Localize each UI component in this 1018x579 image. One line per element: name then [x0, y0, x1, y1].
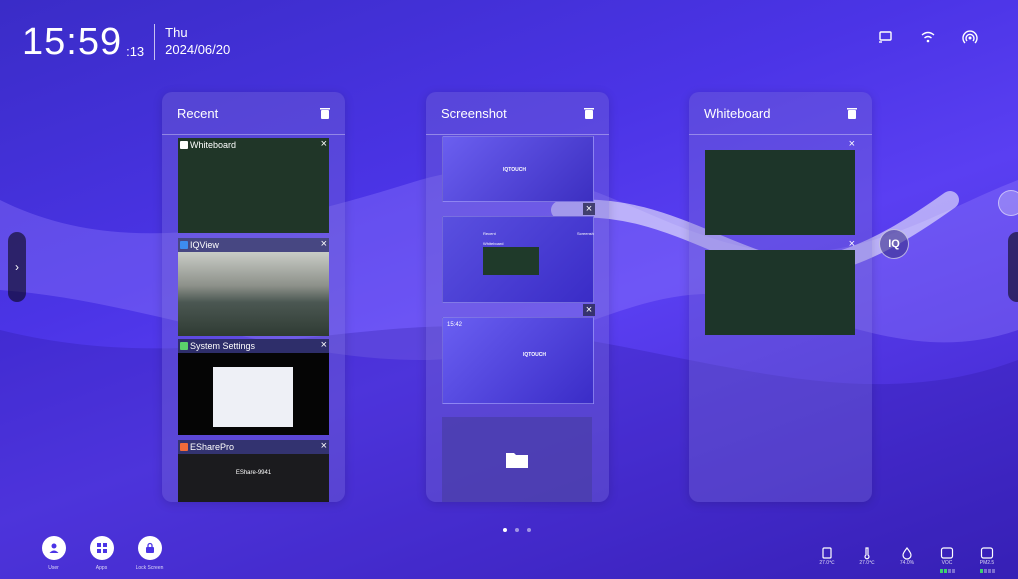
screenshot-panel-header: Screenshot — [426, 92, 609, 135]
close-icon[interactable]: × — [321, 138, 327, 151]
sensor-value: 27.0℃ — [819, 560, 835, 566]
thumbnail-whiteboard-preview — [483, 247, 539, 275]
thumbnail-text: IQTOUCH — [503, 167, 526, 173]
close-icon[interactable]: × — [583, 203, 595, 215]
voc-level-meter — [939, 569, 955, 573]
environment-sensors: 27.0℃ 27.0℃ 74.0% VOC PM2.5 — [814, 546, 1000, 573]
clock-time: 15:59 — [22, 21, 123, 63]
clock-date-value: 2024/06/20 — [165, 42, 231, 57]
dock-user[interactable]: User — [38, 536, 69, 571]
close-icon[interactable]: × — [849, 138, 855, 150]
status-bar — [878, 30, 978, 44]
recent-card-whiteboard[interactable]: Whiteboard × — [178, 138, 329, 233]
close-icon[interactable]: × — [583, 304, 595, 316]
whiteboard-panel-title: Whiteboard — [704, 105, 771, 121]
whiteboard-panel-header: Whiteboard — [689, 92, 872, 135]
dock-lock-screen[interactable]: Lock Screen — [134, 536, 165, 571]
recent-panel: Recent Whiteboard × IQView × System Sett… — [162, 92, 345, 502]
wifi-icon[interactable] — [920, 30, 936, 44]
card-label: System Settings — [190, 341, 256, 351]
page-dot[interactable] — [527, 528, 531, 532]
dock-label: User — [48, 565, 59, 571]
thumbnail-text: IQTOUCH — [523, 352, 546, 358]
folder-icon — [506, 452, 528, 468]
settings-icon — [180, 342, 188, 350]
clock-divider — [154, 24, 156, 60]
eshare-device-name: EShare-9941 — [235, 470, 272, 476]
user-icon[interactable] — [41, 536, 66, 560]
trash-icon[interactable] — [846, 107, 858, 120]
whiteboard-thumbnail[interactable]: × — [705, 138, 855, 235]
card-label: IQView — [190, 240, 219, 250]
sensor-thermometer: 27.0℃ — [854, 546, 880, 573]
thumbnail-text: Whiteboard — [483, 241, 504, 246]
lock-icon[interactable] — [137, 536, 162, 560]
sensor-humidity: 74.0% — [894, 546, 920, 573]
sensor-voc: VOC — [934, 546, 960, 573]
card-label: ESharePro — [190, 442, 235, 452]
dock-apps[interactable]: Apps — [86, 536, 117, 571]
thumbnail-text: 15:42 — [447, 322, 463, 328]
sensor-value: 27.0℃ — [859, 560, 875, 566]
trash-icon[interactable] — [319, 107, 331, 120]
thumbnail-text: Recent — [483, 231, 496, 236]
pm25-icon — [980, 547, 994, 559]
chevron-right-icon: › — [15, 260, 19, 274]
dock: User Apps Lock Screen — [38, 536, 165, 571]
screenshot-thumbnail[interactable]: × Recent Whiteboard Screensh — [442, 203, 595, 303]
whiteboard-icon — [180, 141, 188, 149]
clock-weekday: Thu — [165, 25, 188, 40]
sensor-label: PM2.5 — [979, 560, 995, 566]
humidity-icon — [902, 547, 912, 560]
sensor-label: VOC — [941, 560, 953, 566]
open-folder-tile[interactable] — [442, 417, 592, 502]
close-icon[interactable]: × — [321, 339, 327, 352]
close-icon[interactable]: × — [849, 238, 855, 250]
sensor-pm25: PM2.5 — [974, 546, 1000, 573]
temperature-icon — [822, 547, 832, 559]
sensor-temperature: 27.0℃ — [814, 546, 840, 573]
recent-card-esharepro[interactable]: ESharePro × EShare-9941 — [178, 440, 329, 502]
page-dot[interactable] — [515, 528, 519, 532]
voc-icon — [940, 547, 954, 559]
left-sidebar-handle[interactable]: › — [8, 232, 26, 302]
page-indicator — [503, 528, 531, 532]
close-icon[interactable]: × — [321, 238, 327, 251]
hotspot-icon[interactable] — [962, 30, 978, 44]
whiteboard-thumbnail[interactable]: × — [705, 238, 855, 335]
camera-icon — [180, 241, 188, 249]
pm25-level-meter — [979, 569, 995, 573]
close-icon[interactable]: × — [321, 440, 327, 453]
clock: 15:59 :13 Thu 2024/06/20 — [22, 22, 230, 62]
settings-preview — [213, 367, 293, 427]
screenshot-thumbnail[interactable]: × 15:42 IQTOUCH — [442, 304, 595, 404]
dock-label: Apps — [95, 565, 108, 571]
dock-label: Lock Screen — [135, 565, 164, 571]
right-sidebar-handle[interactable] — [1008, 232, 1018, 302]
card-label: Whiteboard — [190, 140, 237, 150]
screenshot-panel-title: Screenshot — [441, 105, 507, 121]
trash-icon[interactable] — [583, 107, 595, 120]
whiteboard-panel: Whiteboard × × — [689, 92, 872, 502]
clock-date: Thu 2024/06/20 — [165, 24, 230, 58]
search-icon[interactable]: IQ — [879, 229, 909, 259]
camera-preview — [178, 252, 329, 336]
thermometer-icon — [864, 547, 870, 560]
recent-card-system-settings[interactable]: System Settings × — [178, 339, 329, 435]
clock-seconds: :13 — [126, 44, 145, 59]
screenshot-thumbnail[interactable]: IQTOUCH — [442, 136, 594, 202]
page-dot[interactable] — [503, 528, 507, 532]
recent-card-iqview[interactable]: IQView × — [178, 238, 329, 336]
sensor-value: 74.0% — [899, 560, 915, 566]
recent-panel-title: Recent — [177, 105, 219, 121]
screenshot-panel: Screenshot IQTOUCH × Recent Whiteboard S… — [426, 92, 609, 502]
cast-icon[interactable] — [878, 30, 894, 44]
recent-panel-header: Recent — [162, 92, 345, 135]
eshare-icon — [180, 443, 188, 451]
user-avatar-button[interactable] — [998, 190, 1018, 216]
apps-icon[interactable] — [89, 536, 114, 560]
thumbnail-text: Screensh — [577, 231, 594, 236]
